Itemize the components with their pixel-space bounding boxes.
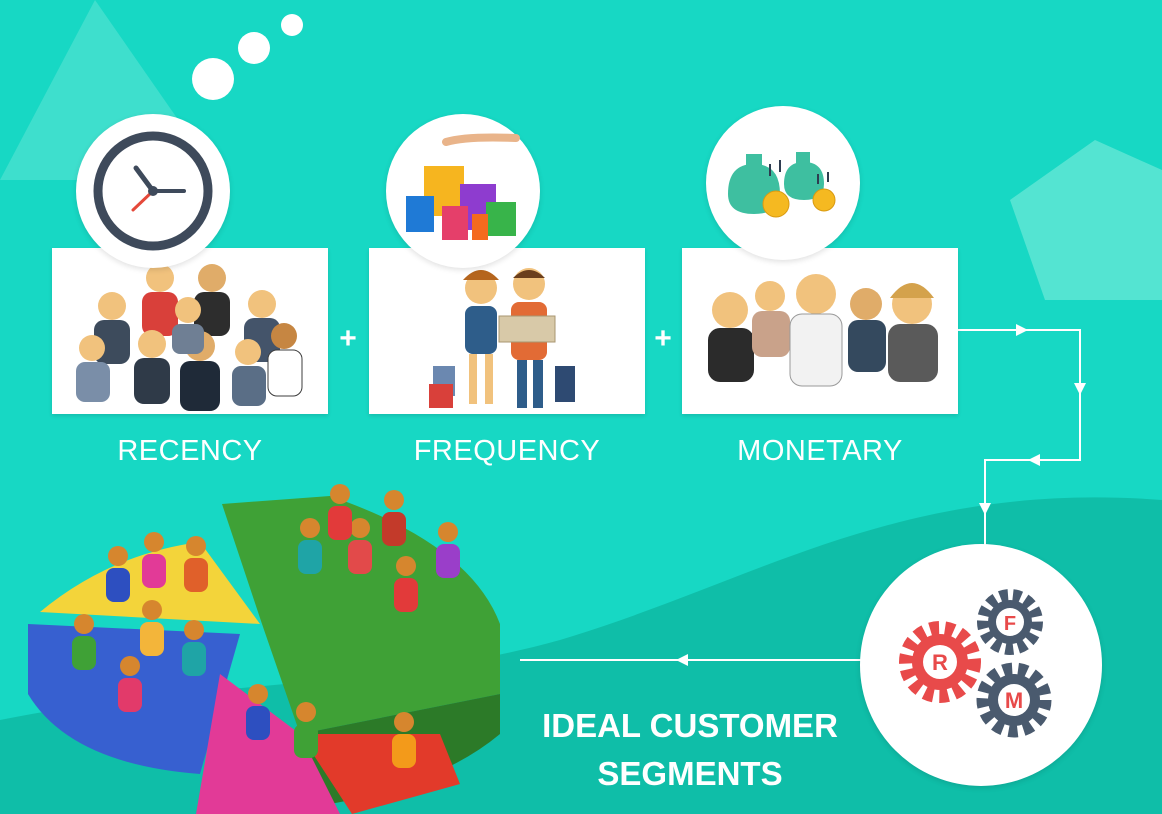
label-recency: RECENCY [117, 435, 263, 467]
rfm-circle: R F M [860, 544, 1102, 786]
plus-operator-2: + [654, 322, 672, 355]
people-group-icon [76, 264, 303, 411]
card-monetary [682, 248, 958, 414]
arrowhead-left-2 [676, 654, 688, 666]
card-frequency [369, 248, 645, 414]
gear-m-letter: M [1005, 688, 1023, 713]
arrowhead-right [1016, 324, 1028, 336]
arrowhead-down-1 [1074, 383, 1086, 395]
outcome-line-1: IDEAL CUSTOMER [542, 707, 838, 744]
clock-icon [93, 131, 213, 251]
arrowhead-left-1 [1028, 454, 1040, 466]
shoppers-icon [429, 268, 575, 408]
shopping-bags-icon [406, 133, 520, 240]
outcome-line-2: SEGMENTS [597, 755, 783, 792]
gear-f-letter: F [1004, 613, 1016, 635]
rfm-diagram: RECENCY + FREQUENCY + MONETARY R F M IDE… [0, 0, 1162, 814]
frequency-icon-circle [386, 114, 540, 268]
arrow-path-monetary-to-rfm [958, 329, 1081, 545]
rfm-gears-icon: R F M [899, 589, 1052, 738]
card-recency [52, 248, 328, 414]
arrowhead-down-2 [979, 503, 991, 515]
monetary-icon-circle [706, 106, 860, 260]
business-people-icon [708, 274, 938, 387]
outcome-title: IDEAL CUSTOMER SEGMENTS [510, 702, 870, 798]
plus-operator-1: + [339, 322, 357, 355]
segments-pie-illustration [28, 484, 500, 814]
label-monetary: MONETARY [737, 435, 903, 467]
gear-r-letter: R [932, 650, 948, 675]
label-frequency: FREQUENCY [413, 435, 601, 467]
recency-icon-circle [76, 114, 230, 268]
money-bags-icon [728, 152, 836, 218]
